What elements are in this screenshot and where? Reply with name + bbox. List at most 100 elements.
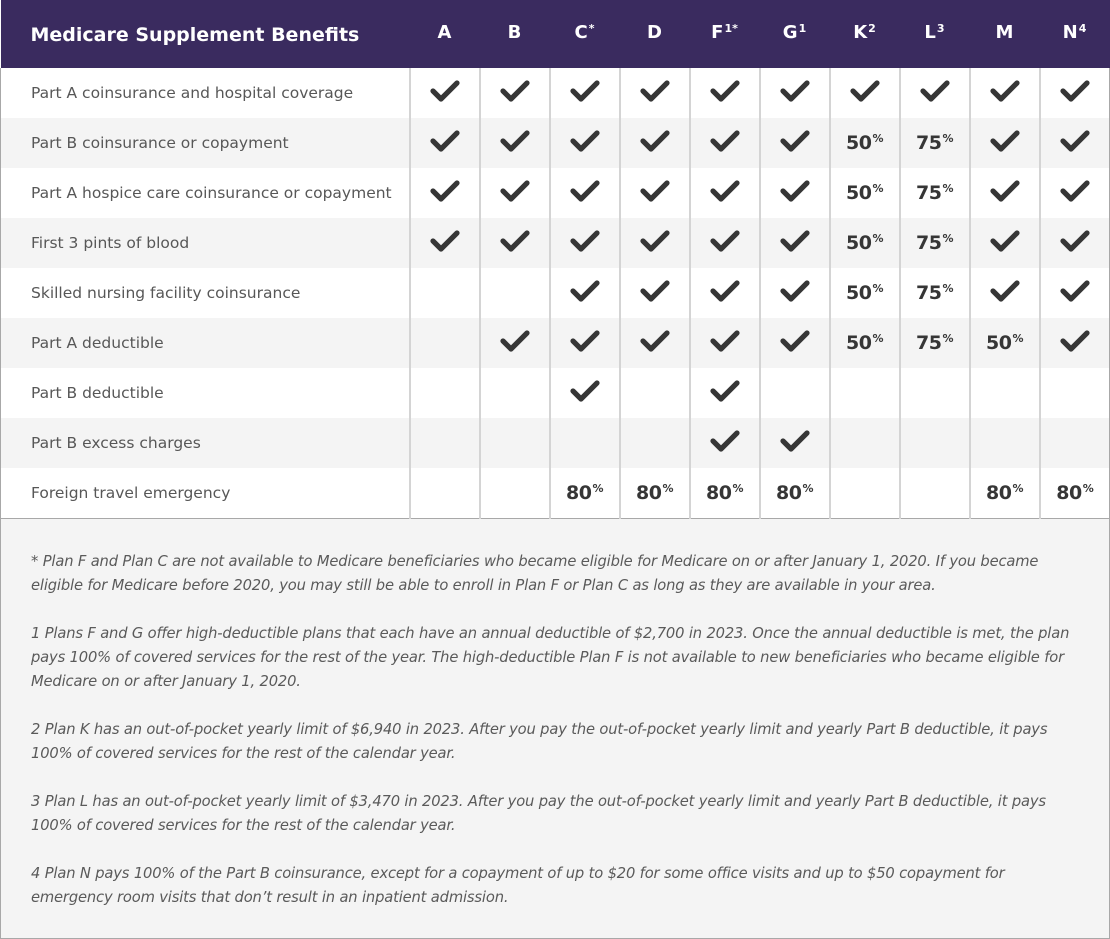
coverage-cell-l: 75% xyxy=(898,118,970,168)
coverage-cell-f: 80% xyxy=(688,468,760,519)
coverage-cell-a xyxy=(408,318,480,368)
check-icon xyxy=(1059,328,1091,354)
check-icon-svg xyxy=(1060,180,1090,202)
coverage-percent: 50% xyxy=(846,132,883,154)
table-row: Part A hospice care coinsurance or copay… xyxy=(0,168,1110,218)
check-icon xyxy=(1059,128,1091,154)
check-icon xyxy=(849,78,881,104)
plan-footnote-marker: 2 xyxy=(868,21,876,35)
check-icon xyxy=(639,128,671,154)
table-header: Medicare Supplement Benefits A B C* D F1* G1 K… xyxy=(0,0,1110,68)
coverage-cell-d xyxy=(618,118,690,168)
coverage-percent: 80% xyxy=(566,482,603,504)
coverage-cell-f xyxy=(688,368,760,418)
percent-symbol: % xyxy=(872,132,883,145)
plan-header-n: N4 xyxy=(1040,0,1110,68)
check-icon-svg xyxy=(989,180,1020,202)
coverage-percent: 80% xyxy=(776,482,813,504)
coverage-cell-f xyxy=(688,118,760,168)
percent-symbol: % xyxy=(662,481,673,495)
check-icon-svg xyxy=(779,280,810,302)
coverage-cell-f xyxy=(688,168,760,218)
check-icon-svg xyxy=(709,430,740,452)
check-icon xyxy=(569,378,601,404)
percent-symbol: % xyxy=(592,481,603,495)
table-row: Foreign travel emergency 80% 80% 80% 80% 80% 8… xyxy=(0,468,1110,519)
benefit-label: Part B deductible xyxy=(0,368,410,418)
percent-symbol: % xyxy=(872,182,883,195)
check-icon-svg xyxy=(779,80,810,102)
coverage-cell-k: 50% xyxy=(828,268,900,318)
plan-letter: N xyxy=(1062,21,1078,43)
coverage-percent: 75% xyxy=(916,132,953,154)
plan-header-c: C* xyxy=(550,0,620,68)
percent-value: 75 xyxy=(916,332,942,354)
percent-value: 50 xyxy=(846,332,872,354)
check-icon xyxy=(709,128,741,154)
coverage-percent: 75% xyxy=(916,182,953,204)
table-row: Part B excess charges xyxy=(0,418,1110,468)
coverage-cell-d xyxy=(618,418,690,468)
coverage-cell-a xyxy=(408,118,480,168)
check-icon-svg xyxy=(429,230,460,252)
check-icon-svg xyxy=(709,230,740,252)
check-icon xyxy=(989,78,1021,104)
coverage-percent: 50% xyxy=(846,332,883,354)
coverage-cell-g xyxy=(758,368,830,418)
check-icon xyxy=(569,328,601,354)
coverage-cell-k xyxy=(828,418,900,468)
check-icon-svg xyxy=(639,230,670,252)
coverage-cell-n xyxy=(1038,218,1110,268)
coverage-cell-l: 75% xyxy=(898,318,970,368)
check-icon xyxy=(779,278,811,304)
plan-header-d: D xyxy=(620,0,690,68)
check-icon xyxy=(499,228,531,254)
percent-symbol: % xyxy=(732,481,743,495)
coverage-cell-m xyxy=(968,268,1040,318)
percent-value: 50 xyxy=(846,232,872,254)
check-icon xyxy=(1059,78,1091,104)
benefits-table: Medicare Supplement Benefits A B C* D F1* G1 K… xyxy=(0,0,1110,519)
plan-header-k: K2 xyxy=(830,0,900,68)
coverage-cell-b xyxy=(478,168,550,218)
coverage-percent: 50% xyxy=(846,232,883,254)
check-icon-svg xyxy=(1060,280,1090,302)
footnote: 4 Plan N pays 100% of the Part B coinsur… xyxy=(31,864,1005,906)
check-icon xyxy=(709,378,741,404)
plan-letter: M xyxy=(995,21,1014,43)
check-icon xyxy=(989,128,1021,154)
check-icon xyxy=(709,178,741,204)
table-title: Medicare Supplement Benefits xyxy=(30,24,360,46)
check-icon-svg xyxy=(779,330,810,352)
percent-value: 50 xyxy=(986,332,1012,354)
check-icon-svg xyxy=(989,80,1020,102)
coverage-cell-d xyxy=(618,218,690,268)
footnote: 2 Plan K has an out-of-pocket yearly lim… xyxy=(31,720,1048,762)
percent-symbol: % xyxy=(1012,332,1023,345)
plan-header-f: F1* xyxy=(690,0,760,68)
check-icon xyxy=(779,78,811,104)
percent-value: 80 xyxy=(776,481,802,504)
coverage-cell-d xyxy=(618,268,690,318)
benefit-label: Skilled nursing facility coinsurance xyxy=(0,268,410,318)
plan-letter: A xyxy=(437,21,452,43)
check-icon xyxy=(709,78,741,104)
check-icon-svg xyxy=(499,80,530,102)
check-icon-svg xyxy=(1060,330,1090,352)
plan-letter: G xyxy=(782,21,798,43)
percent-symbol: % xyxy=(802,481,813,495)
coverage-cell-n xyxy=(1038,68,1110,118)
coverage-cell-k xyxy=(828,68,900,118)
check-icon-svg xyxy=(709,280,740,302)
coverage-percent: 75% xyxy=(916,282,953,304)
coverage-cell-l xyxy=(898,368,970,418)
coverage-cell-b xyxy=(478,268,550,318)
percent-symbol: % xyxy=(942,282,953,295)
table-row: Part B coinsurance or copayment 50% 75% xyxy=(0,118,1110,168)
check-icon-svg xyxy=(709,330,740,352)
coverage-cell-m: 50% xyxy=(968,318,1040,368)
benefit-label: Part B excess charges xyxy=(0,418,410,468)
check-icon xyxy=(779,328,811,354)
plan-letter: L xyxy=(924,21,936,43)
check-icon-svg xyxy=(569,230,600,252)
